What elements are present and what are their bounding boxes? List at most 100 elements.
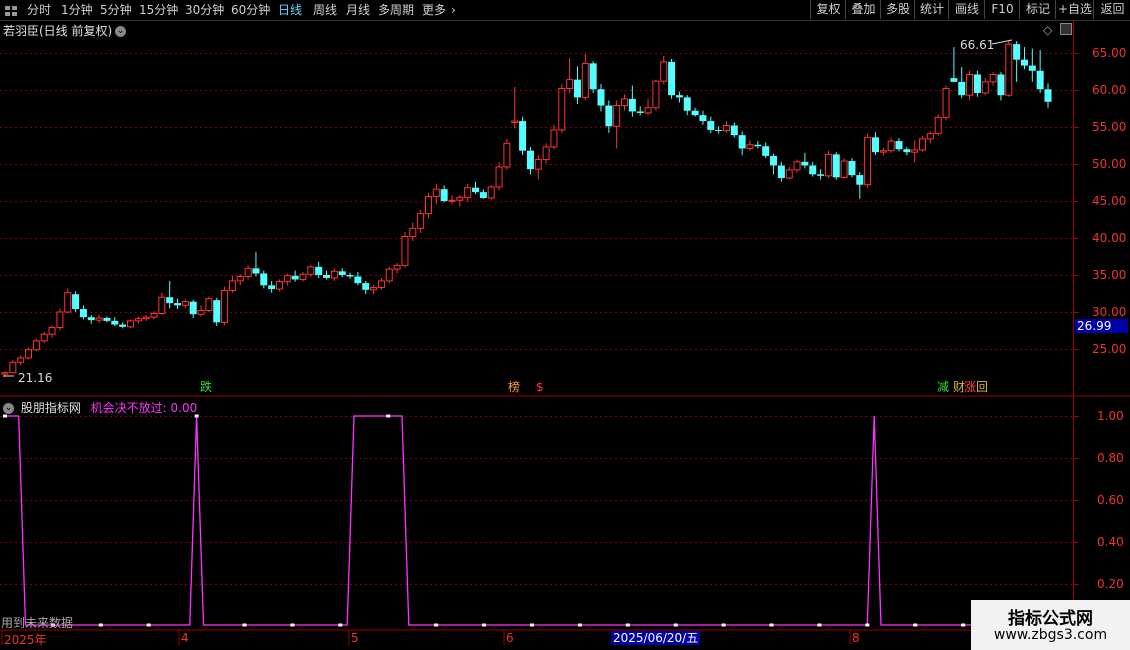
indicator-dot — [434, 623, 439, 627]
candle-body — [864, 136, 872, 186]
candle-body — [377, 280, 385, 289]
candle-body — [393, 264, 401, 270]
time-axis-label: 6 — [506, 631, 514, 645]
chevron-down-icon[interactable]: ⌄ — [3, 403, 14, 414]
candle-body — [542, 146, 550, 161]
candle-body — [856, 175, 864, 185]
price-axis-label: 50.00 — [1092, 157, 1127, 171]
candle-body — [895, 141, 903, 150]
candle-body — [613, 105, 621, 127]
candle-body — [989, 73, 997, 83]
candle-body — [903, 149, 911, 153]
candle-body — [1, 372, 9, 375]
candle-body — [981, 81, 989, 94]
indicator-dot — [290, 623, 295, 627]
stock-title[interactable]: 若羽臣(日线 前复权) ⌄ — [3, 22, 127, 39]
candle-body — [597, 89, 605, 106]
candle-body — [205, 298, 213, 312]
candle-body — [566, 79, 574, 90]
candle-body — [315, 266, 323, 275]
candle-body — [660, 61, 668, 82]
candle-body — [785, 169, 793, 179]
candle-body — [1013, 44, 1021, 60]
indicator-dot — [529, 623, 534, 627]
indicator-dot — [386, 414, 391, 418]
candle-body — [581, 62, 589, 98]
indicator-axis-label: 0.40 — [1097, 535, 1124, 549]
candle-body — [832, 154, 840, 178]
signal-badge: $ — [536, 380, 544, 394]
candle-body — [809, 165, 817, 175]
panel-toggle-icon[interactable] — [1060, 23, 1072, 35]
candle-body — [244, 267, 252, 277]
signal-badge: 榜 — [508, 380, 521, 394]
candle-body — [72, 294, 80, 310]
candle-body — [691, 110, 699, 116]
current-price-tag: 26.99 — [1075, 319, 1128, 333]
candle-body — [456, 196, 464, 201]
time-axis-label: 5 — [351, 631, 359, 645]
candle-body — [158, 296, 166, 314]
candle-body — [9, 361, 17, 374]
candle-body — [942, 88, 950, 118]
high-price-label: 66.61 — [960, 38, 995, 52]
candle-body — [926, 133, 934, 140]
candle-body — [911, 149, 919, 153]
indicator-dot — [146, 623, 151, 627]
candle-body — [362, 283, 370, 290]
candle-body — [950, 78, 958, 82]
candle-body — [111, 320, 119, 325]
candle-body — [534, 159, 542, 170]
candle-body — [432, 188, 440, 198]
candle-body — [621, 98, 629, 107]
candle-body — [628, 98, 636, 112]
indicator-dot — [577, 623, 582, 627]
diamond-icon[interactable]: ◇ — [1043, 23, 1052, 37]
indicator-dot — [673, 623, 678, 627]
candle-body — [385, 268, 393, 282]
watermark-line2: www.zbgs3.com — [993, 627, 1108, 643]
indicator-dot — [98, 623, 103, 627]
time-axis-label: 8 — [852, 631, 860, 645]
candle-body — [722, 125, 730, 132]
candle-body — [589, 63, 597, 90]
candle-body — [409, 227, 417, 238]
low-price-label: 21.16 — [18, 371, 53, 385]
signal-badge: 跌 — [200, 380, 213, 394]
candle-body — [762, 146, 770, 156]
candle-body — [1005, 43, 1013, 96]
indicator-dot — [769, 623, 774, 627]
candle-body — [417, 213, 425, 229]
cursor-date-tag: 2025/06/20/五 — [611, 631, 701, 645]
watermark-logo: 指标公式网 www.zbgs3.com — [971, 600, 1130, 650]
candle-body — [573, 79, 581, 98]
candle-body — [40, 333, 48, 342]
candle-body — [997, 74, 1005, 96]
candle-body — [495, 166, 503, 188]
price-axis-label: 60.00 — [1092, 83, 1127, 97]
candle-body — [652, 80, 660, 109]
candle-body — [87, 317, 95, 321]
candle-body — [464, 187, 472, 198]
chevron-down-icon[interactable]: ⌄ — [115, 26, 127, 37]
price-axis-label: 30.00 — [1092, 305, 1127, 319]
candle-body — [197, 310, 205, 315]
candle-body — [958, 81, 966, 96]
candle-body — [550, 129, 558, 148]
indicator-name[interactable]: 股朋指标网 — [21, 401, 81, 415]
indicator-dot — [961, 623, 966, 627]
price-axis-label: 55.00 — [1092, 120, 1127, 134]
candle-body — [299, 273, 307, 280]
candle-body — [174, 303, 182, 306]
candle-body — [879, 150, 887, 153]
indicator-axis-label: 1.00 — [1097, 409, 1124, 423]
candle-body — [871, 137, 879, 153]
candle-body — [95, 317, 103, 321]
candle-body — [770, 155, 778, 166]
candle-body — [64, 292, 72, 313]
candle-body — [260, 273, 268, 286]
candle-body — [1044, 89, 1052, 102]
candle-body — [142, 316, 150, 320]
future-data-note: 用到未来数据 — [1, 616, 74, 630]
candle-body — [354, 276, 362, 284]
